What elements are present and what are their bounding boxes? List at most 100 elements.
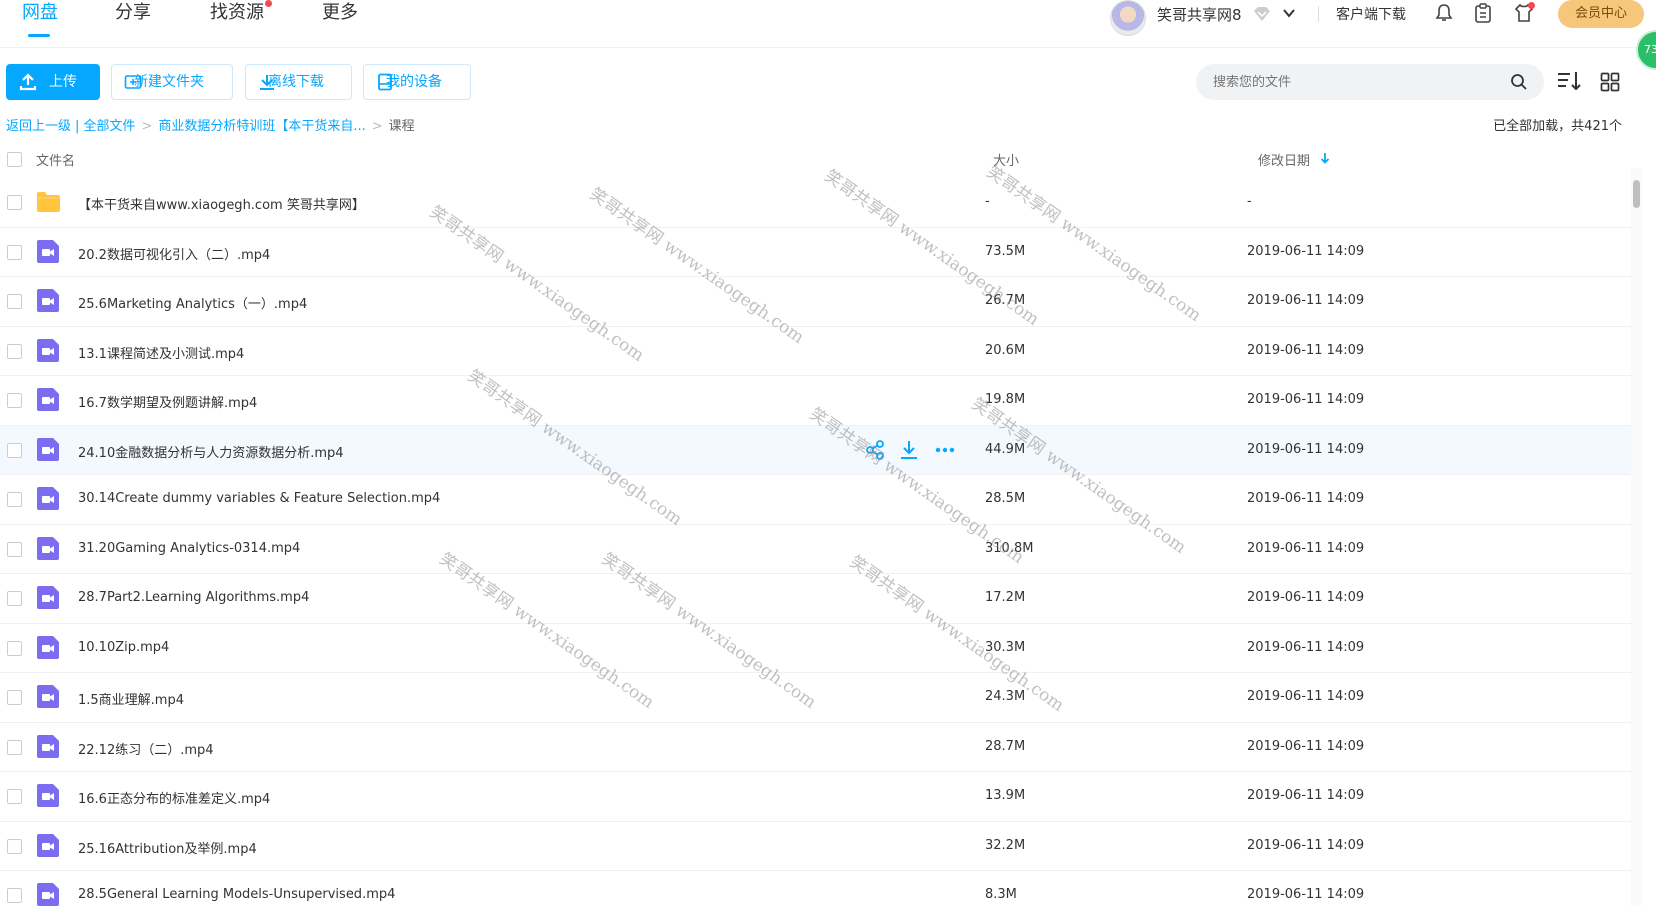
- file-size: 28.7M: [985, 738, 1026, 754]
- new-folder-button[interactable]: 新建文件夹: [111, 64, 233, 100]
- table-row[interactable]: 22.12练习（二）.mp4 28.7M 2019-06-11 14:09: [0, 723, 1634, 772]
- avatar[interactable]: [1110, 0, 1146, 36]
- select-all-checkbox[interactable]: [7, 152, 22, 167]
- table-row[interactable]: 28.7Part2.Learning Algorithms.mp4 17.2M 20…: [0, 574, 1634, 624]
- row-checkbox[interactable]: [7, 789, 22, 804]
- row-checkbox[interactable]: [7, 442, 22, 458]
- breadcrumb-all-files[interactable]: 全部文件: [83, 115, 135, 134]
- vip-center-button[interactable]: 会员中心: [1558, 0, 1644, 28]
- device-icon: [378, 73, 392, 91]
- row-checkbox[interactable]: [7, 492, 22, 507]
- table-row[interactable]: 28.5General Learning Models-Unsupervised…: [0, 871, 1634, 906]
- share-icon[interactable]: [864, 439, 886, 461]
- file-size: 310.8M: [985, 540, 1034, 556]
- file-name[interactable]: 25.16Attribution及举例.mp4: [78, 838, 257, 857]
- clipboard-icon[interactable]: [1472, 2, 1494, 24]
- client-download-link[interactable]: 客户端下载: [1336, 4, 1406, 24]
- file-modified-date: 2019-06-11 14:09: [1247, 392, 1365, 407]
- offline-download-button[interactable]: 离线下载: [245, 64, 352, 100]
- username[interactable]: 笑哥共享网8: [1157, 4, 1242, 25]
- row-checkbox[interactable]: [7, 195, 22, 210]
- row-checkbox[interactable]: [7, 541, 22, 557]
- row-checkbox[interactable]: [7, 838, 22, 854]
- netdisk-app: 网盘 分享 找资源 更多 笑哥共享网8 客户端下载 会员中心 73 上传 新建文…: [0, 0, 1656, 906]
- grid-view-icon[interactable]: [1600, 72, 1620, 92]
- column-header-modified[interactable]: 修改日期: [1258, 150, 1310, 169]
- file-name[interactable]: 28.7Part2.Learning Algorithms.mp4: [78, 590, 309, 605]
- row-checkbox[interactable]: [7, 690, 22, 705]
- file-name[interactable]: 13.1课程简述及小测试.mp4: [78, 343, 244, 362]
- column-header-name[interactable]: 文件名: [36, 150, 75, 169]
- row-checkbox[interactable]: [7, 739, 22, 755]
- table-row[interactable]: 30.14Create dummy variables & Feature Se…: [0, 475, 1634, 525]
- file-size: 44.9M: [985, 441, 1026, 457]
- file-name[interactable]: 16.6正态分布的标准差定义.mp4: [78, 788, 270, 807]
- download-icon[interactable]: [898, 439, 920, 461]
- file-modified-date: 2019-06-11 14:09: [1247, 441, 1365, 457]
- sort-list-icon[interactable]: [1556, 70, 1582, 92]
- table-row[interactable]: 16.6正态分布的标准差定义.mp4 13.9M 2019-06-11 14:09: [0, 772, 1634, 822]
- file-name[interactable]: 28.5General Learning Models-Unsupervised…: [78, 887, 395, 902]
- breadcrumb-back[interactable]: 返回上一级: [6, 115, 71, 134]
- row-checkbox[interactable]: [7, 640, 22, 656]
- row-checkbox[interactable]: [7, 888, 22, 903]
- table-row[interactable]: 25.16Attribution及举例.mp4 32.2M 2019-06-11 1…: [0, 822, 1634, 871]
- search-icon[interactable]: [1510, 73, 1528, 91]
- bell-icon[interactable]: [1433, 2, 1455, 24]
- chevron-down-icon[interactable]: [1282, 6, 1296, 20]
- new-folder-icon: [124, 75, 142, 89]
- video-file-icon: [37, 635, 59, 659]
- row-checkbox[interactable]: [7, 343, 22, 359]
- tab-more[interactable]: 更多: [322, 0, 358, 40]
- video-file-icon: [37, 338, 59, 362]
- top-nav: 网盘 分享 找资源 更多 笑哥共享网8 客户端下载 会员中心: [0, 0, 1656, 48]
- table-row[interactable]: 24.10金融数据分析与人力资源数据分析.mp4 44.9M 2019-06-11 …: [0, 425, 1634, 475]
- table-row[interactable]: 25.6Marketing Analytics（一）.mp4 26.7M 2019-…: [0, 277, 1634, 327]
- search-input[interactable]: [1196, 64, 1544, 100]
- video-file-icon: [37, 289, 59, 312]
- file-modified-date: 2019-06-11 14:09: [1247, 491, 1365, 506]
- video-file-icon: [37, 536, 59, 560]
- file-name[interactable]: 31.20Gaming Analytics-0314.mp4: [78, 541, 300, 556]
- my-devices-button[interactable]: 我的设备: [363, 64, 471, 100]
- upload-button[interactable]: 上传: [6, 64, 100, 100]
- file-name[interactable]: 【本干货来自www.xiaogegh.com 笑哥共享网】: [78, 194, 365, 213]
- scrollbar-track[interactable]: [1631, 168, 1642, 906]
- file-size: 30.3M: [985, 639, 1026, 655]
- scrollbar-thumb[interactable]: [1633, 180, 1640, 208]
- table-row[interactable]: 13.1课程简述及小测试.mp4 20.6M 2019-06-11 14:09: [0, 327, 1634, 376]
- file-name[interactable]: 24.10金融数据分析与人力资源数据分析.mp4: [78, 442, 344, 461]
- row-checkbox[interactable]: [7, 591, 22, 606]
- file-name[interactable]: 1.5商业理解.mp4: [78, 689, 184, 708]
- loaded-count: 已全部加载，共421个: [1493, 119, 1622, 134]
- file-name[interactable]: 22.12练习（二）.mp4: [78, 739, 214, 758]
- file-modified-date: 2019-06-11 14:09: [1247, 639, 1365, 655]
- table-row[interactable]: 【本干货来自www.xiaogegh.com 笑哥共享网】 - -: [0, 178, 1634, 228]
- file-size: 8.3M: [985, 887, 1017, 902]
- table-row[interactable]: 20.2数据可视化引入（二）.mp4 73.5M 2019-06-11 14:09: [0, 228, 1634, 277]
- file-modified-date: 2019-06-11 14:09: [1247, 590, 1365, 605]
- tab-share[interactable]: 分享: [115, 0, 151, 40]
- more-options-icon[interactable]: [934, 439, 956, 461]
- file-name[interactable]: 16.7数学期望及例题讲解.mp4: [78, 392, 257, 411]
- tab-find-resources[interactable]: 找资源: [210, 0, 264, 40]
- table-row[interactable]: 1.5商业理解.mp4 24.3M 2019-06-11 14:09: [0, 673, 1634, 723]
- download-icon: [260, 75, 274, 90]
- file-modified-date: 2019-06-11 14:09: [1247, 540, 1365, 556]
- file-size: 32.2M: [985, 837, 1026, 853]
- table-row[interactable]: 16.7数学期望及例题讲解.mp4 19.8M 2019-06-11 14:09: [0, 376, 1634, 426]
- file-name[interactable]: 30.14Create dummy variables & Feature Se…: [78, 491, 440, 506]
- file-name[interactable]: 10.10Zip.mp4: [78, 640, 169, 655]
- divider: [1318, 6, 1319, 22]
- file-modified-date: -: [1247, 194, 1252, 209]
- table-row[interactable]: 10.10Zip.mp4 30.3M 2019-06-11 14:09: [0, 624, 1634, 673]
- video-file-icon: [37, 388, 59, 411]
- breadcrumb-parent[interactable]: 商业数据分析特训班【本干货来自...: [158, 115, 365, 134]
- file-name[interactable]: 25.6Marketing Analytics（一）.mp4: [78, 293, 307, 312]
- table-row[interactable]: 31.20Gaming Analytics-0314.mp4 310.8M 2019…: [0, 525, 1634, 574]
- row-checkbox[interactable]: [7, 244, 22, 260]
- row-checkbox[interactable]: [7, 393, 22, 408]
- column-header-size[interactable]: 大小: [993, 150, 1019, 169]
- file-name[interactable]: 20.2数据可视化引入（二）.mp4: [78, 244, 270, 263]
- row-checkbox[interactable]: [7, 294, 22, 309]
